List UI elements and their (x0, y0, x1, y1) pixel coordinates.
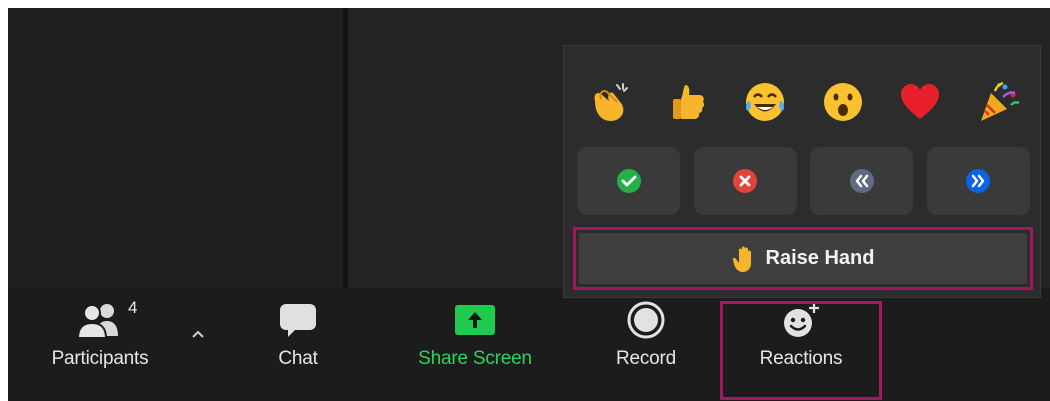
close-icon (733, 169, 758, 193)
red-heart-icon (901, 84, 940, 119)
video-tile-left[interactable] (8, 8, 343, 288)
nonverbal-feedback-row (577, 147, 1030, 215)
meeting-window: 4 Participants Chat Share Screen Record … (8, 8, 1050, 401)
chat-button[interactable]: Chat (263, 296, 333, 388)
speed-up-button[interactable] (926, 147, 1030, 215)
slow-down-button[interactable] (810, 147, 914, 215)
share-screen-icon (455, 305, 495, 335)
participants-count: 4 (128, 298, 138, 317)
chevron-up-icon (192, 330, 204, 338)
open-mouth-icon (823, 83, 862, 121)
fast-forward-icon (966, 169, 991, 193)
share-screen-button[interactable]: Share Screen (400, 296, 550, 388)
raise-hand-label: Raise Hand (765, 247, 875, 269)
reactions-highlight (720, 301, 882, 400)
clapping-hands-emoji[interactable] (586, 78, 634, 126)
check-icon (616, 169, 641, 193)
participants-label: Participants (51, 348, 149, 369)
raise-hand-highlight: Raise Hand (573, 227, 1033, 290)
raise-hand-button[interactable]: Raise Hand (579, 233, 1027, 284)
chat-label: Chat (278, 348, 318, 369)
party-popper-emoji[interactable] (974, 78, 1022, 126)
no-button[interactable] (693, 147, 797, 215)
participants-icon (76, 304, 118, 338)
rewind-icon (849, 169, 874, 193)
record-icon (627, 301, 665, 339)
record-button[interactable]: Record (608, 296, 684, 388)
tears-of-joy-emoji[interactable] (741, 78, 789, 126)
open-mouth-emoji[interactable] (819, 78, 867, 126)
record-label: Record (615, 348, 677, 369)
thumbs-up-icon (672, 85, 704, 119)
yes-button[interactable] (577, 147, 680, 215)
meeting-toolbar: 4 Participants Chat Share Screen Record … (8, 288, 1050, 401)
thumbs-up-emoji[interactable] (664, 78, 712, 126)
chat-bubble-icon (280, 304, 316, 337)
participants-button[interactable]: 4 Participants (40, 296, 160, 388)
reactions-popup: Raise Hand (563, 45, 1041, 298)
raised-hand-icon (732, 246, 751, 272)
emoji-reactions-row (574, 68, 1032, 136)
participants-options-caret[interactable] (188, 324, 208, 344)
party-popper-icon (980, 81, 1020, 121)
tears-of-joy-icon (746, 83, 785, 121)
red-heart-emoji[interactable] (896, 78, 944, 126)
clapping-hands-icon (594, 83, 628, 121)
share-screen-label: Share Screen (418, 348, 532, 369)
